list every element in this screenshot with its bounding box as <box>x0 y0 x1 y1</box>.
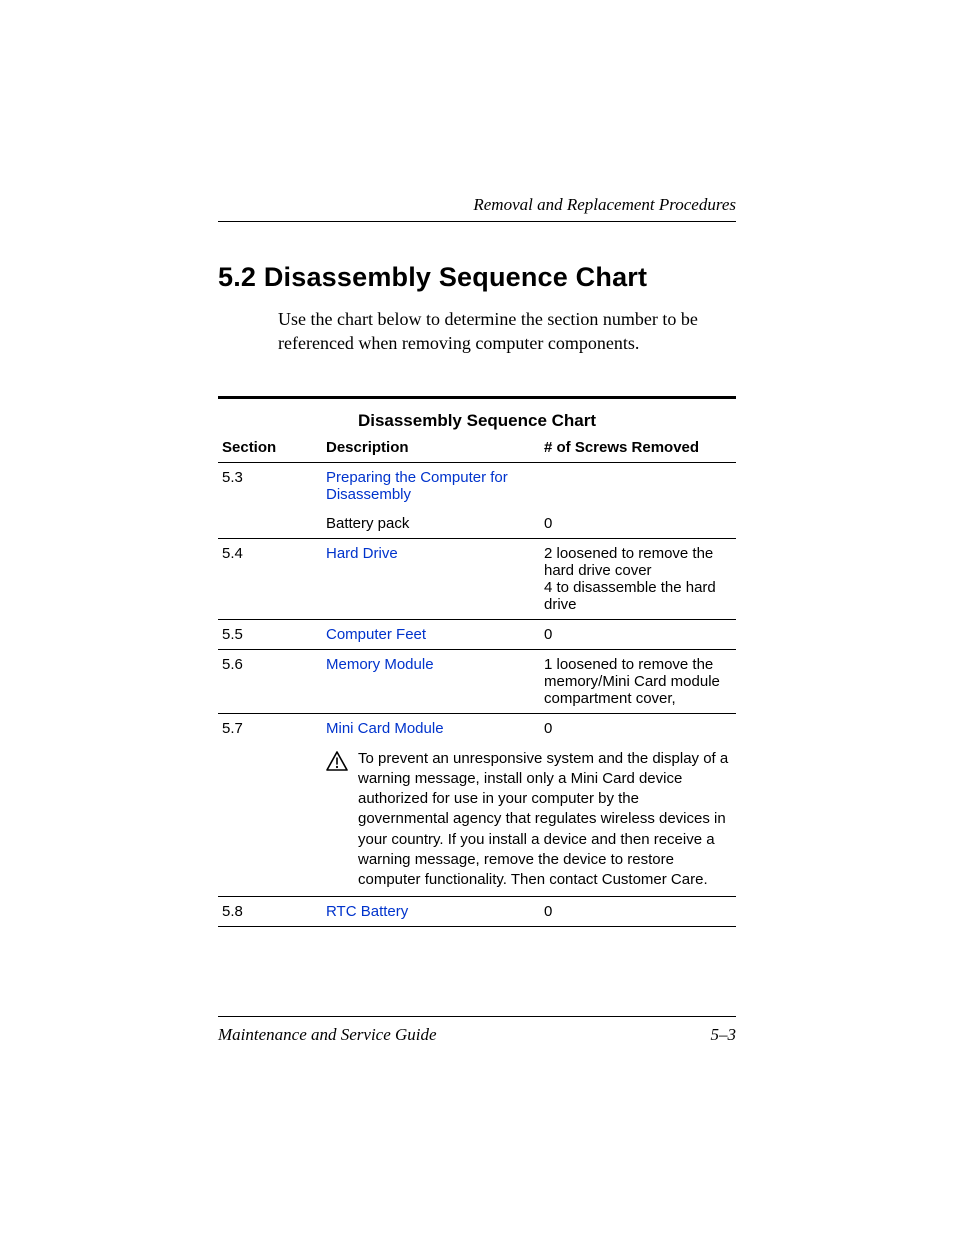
link-hard-drive[interactable]: Hard Drive <box>326 545 398 562</box>
caution-cell: To prevent an unresponsive system and th… <box>322 743 736 897</box>
cell-description: RTC Battery <box>322 897 540 927</box>
page-footer: Maintenance and Service Guide 5–3 <box>218 1016 736 1045</box>
cell-description: Hard Drive <box>322 538 540 619</box>
link-memory-module[interactable]: Memory Module <box>326 656 434 673</box>
table-header-row: Section Description # of Screws Removed <box>218 435 736 463</box>
intro-paragraph: Use the chart below to determine the sec… <box>278 307 736 356</box>
cell-description: Memory Module <box>322 649 540 713</box>
cell-section: 5.7 <box>218 713 322 743</box>
caution-icon <box>326 751 348 775</box>
cell-section: 5.8 <box>218 897 322 927</box>
table-row: 5.3 Preparing the Computer for Disassemb… <box>218 462 736 509</box>
cell-screws: 0 <box>540 713 736 743</box>
table-title: Disassembly Sequence Chart <box>218 396 736 435</box>
cell-section: 5.3 <box>218 462 322 509</box>
screws-line: 2 loosened to remove the hard drive cove… <box>544 545 732 579</box>
link-preparing-computer[interactable]: Preparing the Computer for Disassembly <box>326 469 508 503</box>
cell-section: 5.5 <box>218 619 322 649</box>
cell-screws: 0 <box>540 509 736 539</box>
table-row: 5.7 Mini Card Module 0 <box>218 713 736 743</box>
screws-line: 4 to disassemble the hard drive <box>544 579 732 613</box>
col-header-section: Section <box>218 435 322 463</box>
footer-right: 5–3 <box>711 1025 737 1045</box>
link-computer-feet[interactable]: Computer Feet <box>326 626 426 643</box>
cell-description: Computer Feet <box>322 619 540 649</box>
col-header-description: Description <box>322 435 540 463</box>
running-head: Removal and Replacement Procedures <box>218 195 736 222</box>
cell-screws: 0 <box>540 619 736 649</box>
col-header-screws: # of Screws Removed <box>540 435 736 463</box>
caution-text: To prevent an unresponsive system and th… <box>358 749 732 891</box>
table-row: 5.8 RTC Battery 0 <box>218 897 736 927</box>
cell-screws <box>540 462 736 509</box>
page-body: Removal and Replacement Procedures 5.2 D… <box>0 0 954 927</box>
cell-section: 5.6 <box>218 649 322 713</box>
cell-description: Preparing the Computer for Disassembly <box>322 462 540 509</box>
table-row: To prevent an unresponsive system and th… <box>218 743 736 897</box>
section-heading: 5.2 Disassembly Sequence Chart <box>218 262 736 293</box>
table-row: 5.5 Computer Feet 0 <box>218 619 736 649</box>
cell-screws: 0 <box>540 897 736 927</box>
cell-screws: 2 loosened to remove the hard drive cove… <box>540 538 736 619</box>
table-row: 5.4 Hard Drive 2 loosened to remove the … <box>218 538 736 619</box>
table-row: 5.6 Memory Module 1 loosened to remove t… <box>218 649 736 713</box>
footer-left: Maintenance and Service Guide <box>218 1025 437 1045</box>
link-rtc-battery[interactable]: RTC Battery <box>326 903 408 920</box>
cell-section: 5.4 <box>218 538 322 619</box>
disassembly-table: Section Description # of Screws Removed … <box>218 435 736 928</box>
table-row: Battery pack 0 <box>218 509 736 539</box>
cell-screws: 1 loosened to remove the memory/Mini Car… <box>540 649 736 713</box>
cell-description: Battery pack <box>322 509 540 539</box>
cell-description: Mini Card Module <box>322 713 540 743</box>
link-mini-card-module[interactable]: Mini Card Module <box>326 720 444 737</box>
